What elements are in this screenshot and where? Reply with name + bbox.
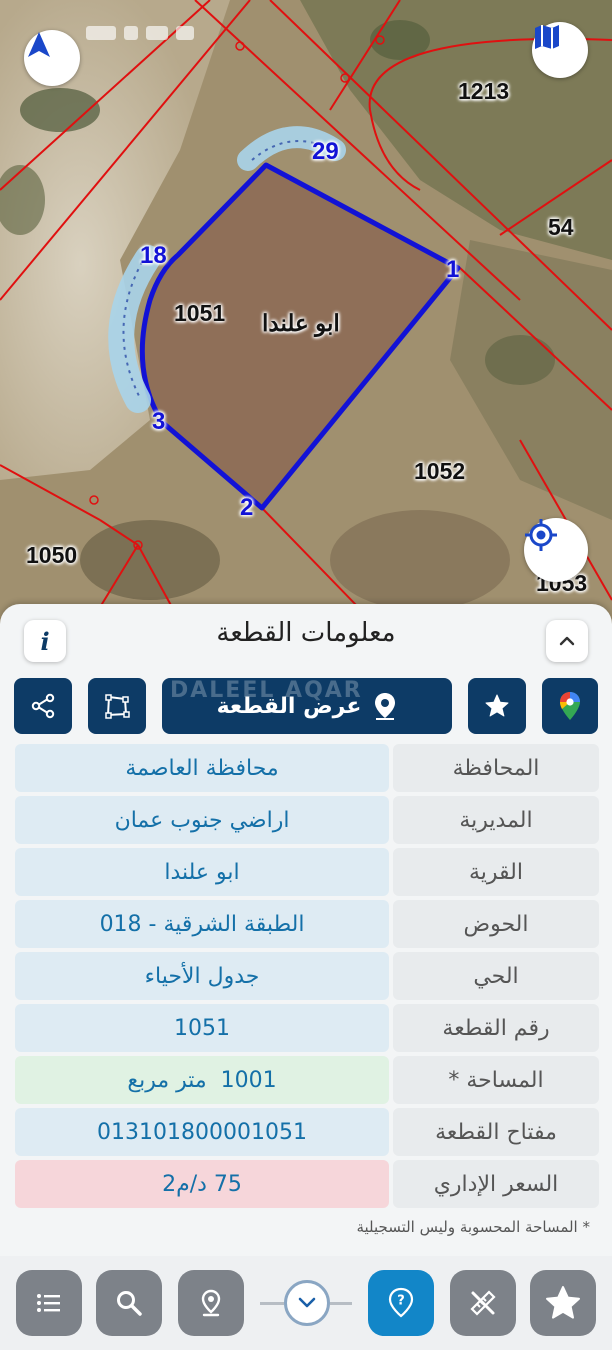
google-maps-pin-icon (560, 692, 580, 720)
help-pin-icon: ? (388, 1287, 414, 1318)
help-button[interactable]: ? (368, 1270, 434, 1336)
detail-value: الطبقة الشرقية - 018 (15, 900, 389, 948)
search-button[interactable] (96, 1270, 162, 1336)
detail-label: رقم القطعة (393, 1004, 599, 1052)
parcel-number-label: 1051 (174, 300, 226, 326)
search-icon (117, 1291, 142, 1316)
detail-row-basin: الطبقة الشرقية - 018 الحوض (15, 900, 599, 948)
slider-track-right (330, 1302, 352, 1305)
detail-value: 1001 متر مربع (15, 1056, 389, 1104)
panel-header: i معلومات القطعة (0, 604, 612, 672)
detail-value: 75 د/م2 (15, 1160, 389, 1208)
vertex-label: 3 (152, 408, 166, 435)
detail-label: المحافظة (393, 744, 599, 792)
vertex-label: 18 (140, 242, 167, 269)
details-table: محافظة العاصمة المحافظة اراضي جنوب عمان … (15, 744, 599, 1212)
svg-text:?: ? (397, 1294, 405, 1309)
detail-row-district: جدول الأحياء الحي (15, 952, 599, 1000)
panel-title: معلومات القطعة (216, 618, 396, 648)
favorites-button[interactable] (530, 1270, 596, 1336)
parcel-number-label: 54 (548, 214, 574, 240)
detail-value: اراضي جنوب عمان (15, 796, 389, 844)
vertex-label: 2 (240, 494, 254, 521)
location-pin-button[interactable] (178, 1270, 244, 1336)
detail-label: السعر الإداري (393, 1160, 599, 1208)
parcel-info-panel: i معلومات القطعة عرض القطعة DALEEL AQAR … (0, 604, 612, 1350)
chevron-up-icon (559, 636, 575, 646)
map-book-icon (535, 25, 559, 49)
polygon-shape-icon (105, 694, 130, 719)
detail-label: مفتاح القطعة (393, 1108, 599, 1156)
area-footnote: * المساحة المحسوبة وليس التسجيلية (356, 1218, 590, 1236)
village-label: ابو علندا (262, 310, 340, 336)
chevron-down-icon (298, 1297, 316, 1308)
detail-row-village: ابو علندا القرية (15, 848, 599, 896)
detail-label: المساحة * (393, 1056, 599, 1104)
location-pin-icon (201, 1289, 221, 1317)
detail-label: الحي (393, 952, 599, 1000)
parcel-number-label: 1213 (458, 78, 510, 104)
status-bar-icons (86, 26, 216, 44)
detail-row-area: 1001 متر مربع المساحة * (15, 1056, 599, 1104)
parcel-number-label: 1052 (414, 458, 466, 484)
share-button[interactable] (14, 678, 72, 734)
polygon-button[interactable] (88, 678, 146, 734)
map-layers-button[interactable] (532, 22, 588, 78)
detail-row-directorate: اراضي جنوب عمان المديرية (15, 796, 599, 844)
menu-list-button[interactable] (16, 1270, 82, 1336)
detail-value: 1051 (15, 1004, 389, 1052)
locate-me-button[interactable] (524, 518, 588, 582)
crosshair-locate-icon (525, 519, 557, 551)
detail-value: جدول الأحياء (15, 952, 389, 1000)
detail-value: 013101800001051 (15, 1108, 389, 1156)
star-icon (485, 694, 509, 717)
detail-row-admin-price: 75 د/م2 السعر الإداري (15, 1160, 599, 1208)
detail-value: ابو علندا (15, 848, 389, 896)
detail-label: الحوض (393, 900, 599, 948)
map-view[interactable]: 29 18 1 3 2 1213 54 1051 1052 1050 1053 … (0, 0, 612, 640)
expand-toggle-button[interactable] (284, 1280, 330, 1326)
watermark: DALEEL AQAR (170, 678, 363, 703)
ruler-pencil-icon (470, 1290, 496, 1316)
detail-label: المديرية (393, 796, 599, 844)
bottom-toolbar: ? (0, 1256, 612, 1350)
detail-row-governorate: محافظة العاصمة المحافظة (15, 744, 599, 792)
detail-row-parcel-key: 013101800001051 مفتاح القطعة (15, 1108, 599, 1156)
compass-arrow-icon (28, 32, 50, 57)
share-icon (31, 693, 55, 719)
vertex-label: 1 (446, 256, 460, 283)
collapse-button[interactable] (546, 620, 588, 662)
detail-label: القرية (393, 848, 599, 896)
list-icon (37, 1294, 60, 1312)
map-pin-icon (375, 693, 396, 720)
star-icon (546, 1286, 580, 1319)
measure-tools-button[interactable] (450, 1270, 516, 1336)
compass-button[interactable] (24, 30, 80, 86)
vertex-label: 29 (312, 138, 339, 165)
parcel-number-label: 1050 (26, 542, 78, 568)
favorite-button[interactable] (468, 678, 526, 734)
detail-row-parcel-number: 1051 رقم القطعة (15, 1004, 599, 1052)
google-maps-button[interactable] (542, 678, 598, 734)
detail-value: محافظة العاصمة (15, 744, 389, 792)
slider-track-left (260, 1302, 284, 1305)
